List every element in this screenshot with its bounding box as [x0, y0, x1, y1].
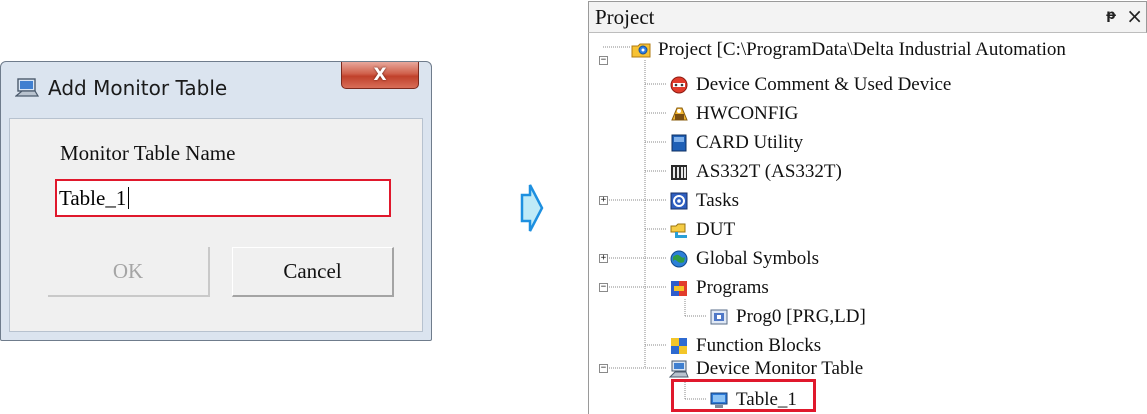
dialog-title: Add Monitor Table — [48, 76, 228, 100]
tree-item-label: HWCONFIG — [696, 102, 799, 124]
tree-item-label: AS332T (AS332T) — [696, 160, 842, 182]
tree-item-device-comment[interactable]: Device Comment & Used Device — [669, 70, 951, 99]
tree-item-label: Programs — [696, 276, 769, 298]
tree-item-label: Device Comment & Used Device — [696, 73, 952, 95]
global-symbols-icon — [670, 250, 688, 267]
panel-close-icon[interactable]: × — [1126, 4, 1143, 28]
tree-item-tasks[interactable]: Tasks — [669, 186, 739, 215]
table-1-highlight-box — [671, 379, 816, 412]
monitor-table-name-label: Monitor Table Name — [60, 141, 236, 165]
panel-header: Project ᵽ × — [588, 1, 1147, 33]
pin-icon[interactable]: ᵽ — [1106, 8, 1116, 23]
device-monitor-table-collapse-toggle[interactable]: − — [599, 364, 608, 373]
panel-title: Project — [595, 5, 655, 29]
tree-item-label: DUT — [696, 218, 736, 240]
tree-item-as332t[interactable]: AS332T (AS332T) — [669, 157, 842, 186]
right-arrow-icon — [520, 184, 544, 232]
programs-collapse-toggle[interactable]: − — [599, 283, 608, 292]
project-icon — [631, 43, 651, 57]
text-caret — [128, 187, 130, 209]
tree-item-label: Device Monitor Table — [696, 357, 864, 379]
tasks-icon — [670, 192, 688, 209]
cancel-button[interactable]: Cancel — [232, 247, 394, 297]
tree-item-label: Prog0 [PRG,LD] — [736, 305, 866, 327]
project-panel: Project ᵽ × − Project [C:\ProgramData\De… — [588, 0, 1147, 414]
tree-item-label: CARD Utility — [696, 131, 804, 153]
tree-item-label: Global Symbols — [696, 247, 819, 269]
monitor-table-icon — [15, 78, 39, 97]
add-monitor-table-dialog: Add Monitor Table X Monitor Table Name T… — [0, 61, 432, 341]
programs-icon — [671, 280, 687, 296]
tree-item-dut[interactable]: DUT — [669, 215, 735, 244]
device-comment-icon — [670, 76, 688, 93]
hwconfig-icon — [671, 107, 688, 120]
tree-item-programs[interactable]: Programs — [669, 273, 769, 302]
tree-item-prog0[interactable]: Prog0 [PRG,LD] — [709, 302, 866, 331]
close-button[interactable]: X — [341, 62, 419, 89]
tree-item-project-root[interactable]: Project [C:\ProgramData\Delta Industrial… — [631, 35, 1066, 64]
program-icon — [710, 309, 728, 324]
ok-button[interactable]: OK — [48, 247, 210, 297]
tree-item-hwconfig[interactable]: HWCONFIG — [669, 99, 798, 128]
project-tree: − Project [C:\ProgramData\Delta Industri… — [588, 33, 1147, 414]
function-blocks-icon — [671, 337, 687, 354]
root-collapse-toggle[interactable]: − — [599, 56, 608, 65]
dut-icon — [670, 223, 687, 238]
tree-item-card-utility[interactable]: CARD Utility — [669, 128, 803, 157]
dialog-title-bar: Add Monitor Table — [15, 76, 227, 100]
monitor-table-name-input[interactable]: Table_1 — [55, 179, 391, 217]
monitor-table-icon — [669, 360, 689, 377]
tree-item-label: Project [C:\ProgramData\Delta Industrial… — [658, 38, 1066, 60]
dialog-body: Monitor Table Name Table_1 OK Cancel — [9, 118, 423, 332]
tree-item-global-symbols[interactable]: Global Symbols — [669, 244, 819, 273]
card-utility-icon — [671, 134, 687, 151]
input-value: Table_1 — [59, 185, 127, 210]
tree-item-label: Tasks — [696, 189, 740, 211]
plc-icon — [671, 164, 687, 180]
tasks-expand-toggle[interactable]: + — [599, 196, 608, 205]
global-symbols-expand-toggle[interactable]: + — [599, 254, 608, 263]
